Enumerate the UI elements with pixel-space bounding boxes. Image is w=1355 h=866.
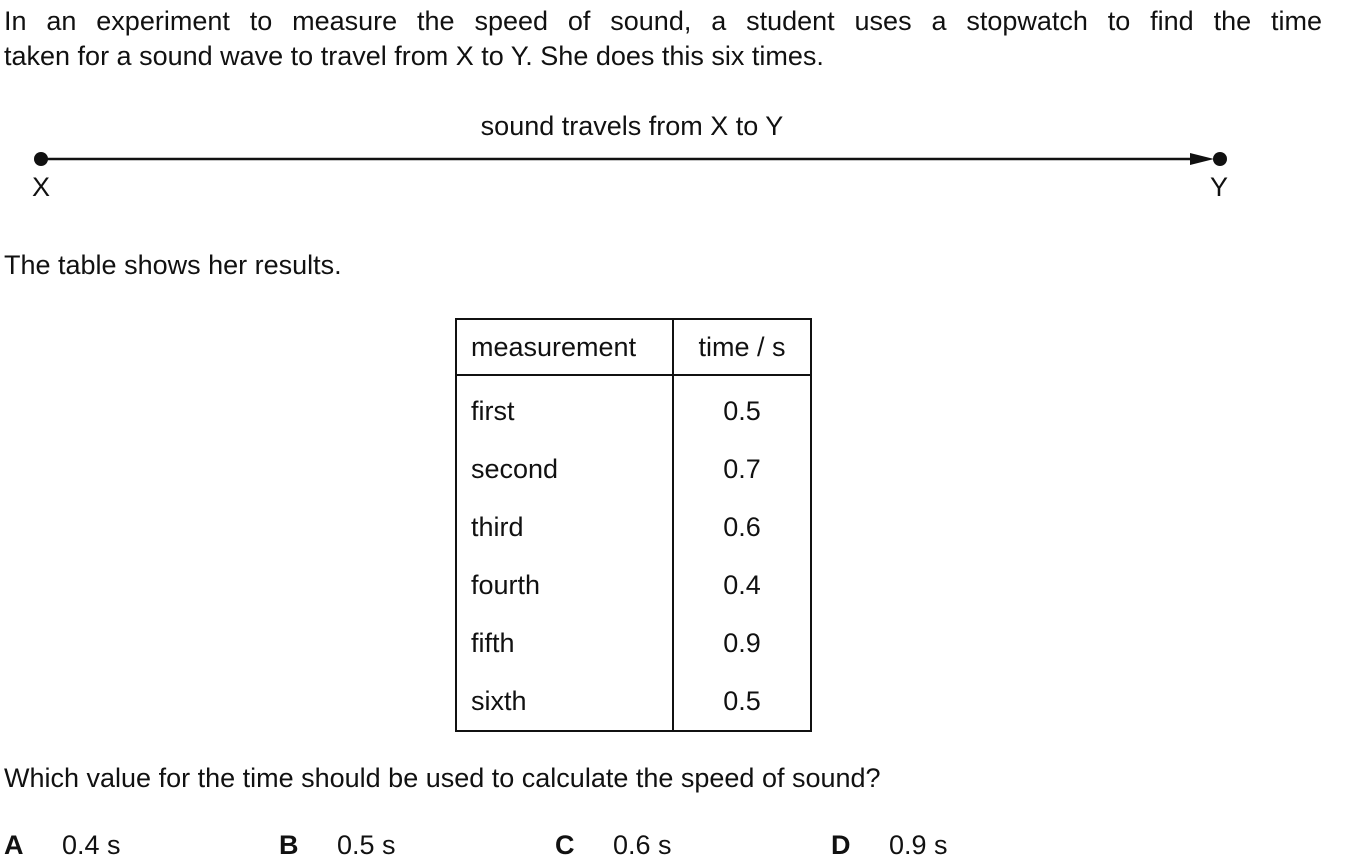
- time-cell: 0.7: [723, 453, 761, 484]
- table-row: sixth 0.5: [456, 672, 811, 731]
- sound-path-diagram: sound travels from X to Y X Y: [0, 105, 1355, 215]
- point-x-dot: [34, 152, 48, 166]
- table-header-row: measurement time / s: [456, 319, 811, 376]
- option-b[interactable]: B 0.5 s: [279, 828, 396, 862]
- measurement-cell: third: [456, 498, 674, 556]
- intro-line-1: In an experiment to measure the speed of…: [4, 6, 1322, 36]
- point-y-dot: [1213, 152, 1227, 166]
- header-time: time / s: [673, 319, 811, 376]
- measurement-cell: sixth: [456, 672, 674, 731]
- measurement-cell: fourth: [456, 556, 674, 614]
- option-letter: B: [279, 830, 299, 860]
- measurement-cell: second: [456, 440, 674, 498]
- time-cell: 0.4: [723, 569, 761, 600]
- results-table: measurement time / s first 0.5 second 0.…: [455, 318, 812, 732]
- option-value: 0.4 s: [62, 830, 121, 860]
- option-value: 0.9 s: [889, 830, 948, 860]
- header-measurement: measurement: [456, 319, 674, 376]
- question-intro: In an experiment to measure the speed of…: [4, 4, 1322, 74]
- measurement-cell: fifth: [456, 614, 674, 672]
- time-cell: 0.9: [723, 627, 761, 658]
- diagram-caption: sound travels from X to Y: [480, 111, 784, 141]
- arrow-head-icon: [1190, 153, 1214, 165]
- time-cell: 0.6: [723, 511, 761, 542]
- option-d[interactable]: D 0.9 s: [831, 828, 948, 862]
- answer-options: A 0.4 s B 0.5 s C 0.6 s D 0.9 s: [0, 828, 1355, 864]
- option-letter: D: [831, 830, 851, 860]
- point-y-label: Y: [1210, 172, 1229, 202]
- table-row: second 0.7: [456, 440, 811, 498]
- question-text: Which value for the time should be used …: [4, 763, 881, 793]
- table-row: fourth 0.4: [456, 556, 811, 614]
- table-row: first 0.5: [456, 375, 811, 440]
- point-x-label: X: [32, 172, 51, 202]
- table-intro: The table shows her results.: [4, 250, 342, 280]
- option-value: 0.5 s: [337, 830, 396, 860]
- option-value: 0.6 s: [613, 830, 672, 860]
- time-cell: 0.5: [723, 685, 761, 716]
- intro-line-2: taken for a sound wave to travel from X …: [4, 41, 824, 71]
- time-cell: 0.5: [723, 395, 761, 426]
- option-letter: C: [555, 830, 575, 860]
- option-letter: A: [4, 830, 24, 860]
- measurement-cell: first: [456, 375, 674, 440]
- table-row: third 0.6: [456, 498, 811, 556]
- table-row: fifth 0.9: [456, 614, 811, 672]
- option-a[interactable]: A 0.4 s: [4, 828, 121, 862]
- option-c[interactable]: C 0.6 s: [555, 828, 672, 862]
